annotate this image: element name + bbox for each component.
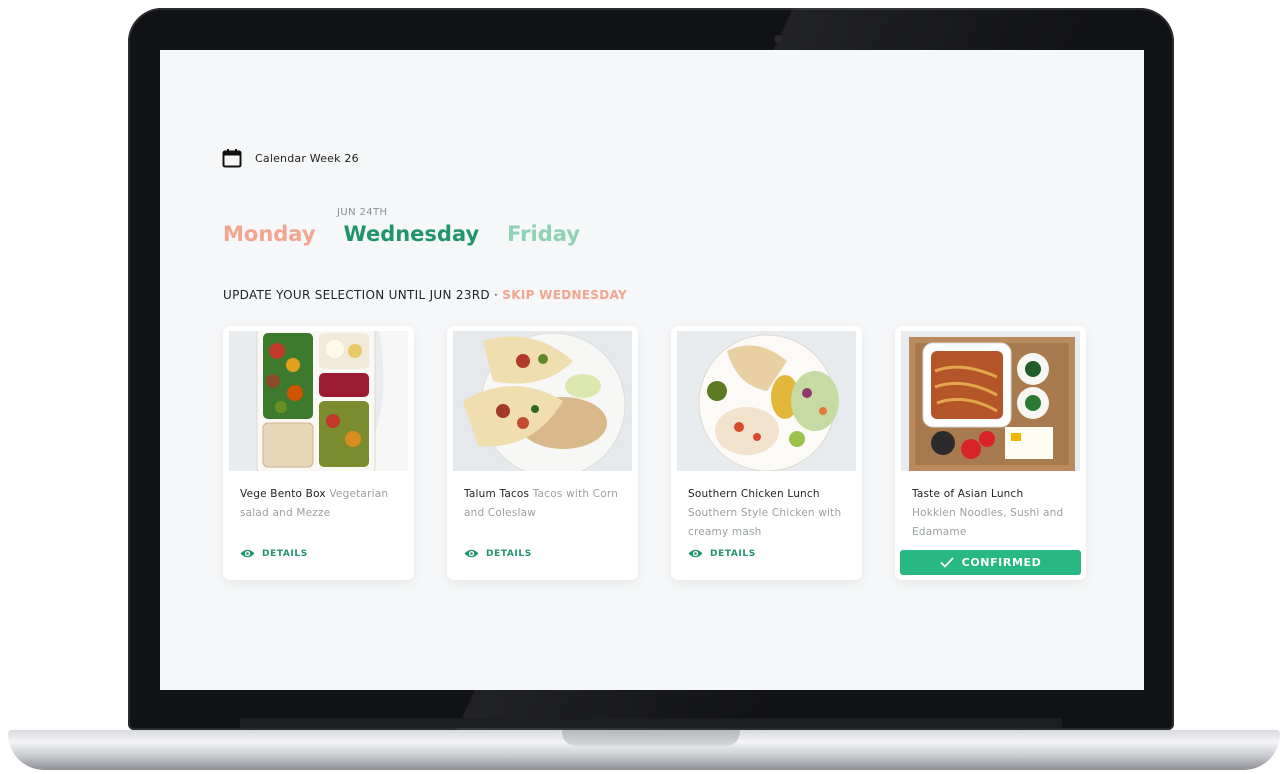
selection-deadline: UPDATE YOUR SELECTION UNTIL JUN 23RD · S… [223, 288, 627, 302]
tab-friday[interactable]: Friday [507, 222, 580, 246]
app-screen: Calendar Week 26 JUN 24TH Monday Wednesd… [160, 50, 1144, 690]
meal-description: Southern Style Chicken with creamy mash [688, 507, 842, 538]
meal-card[interactable]: Taste of Asian Lunch Hokkien Noodles, Su… [895, 326, 1086, 580]
meal-text: Talum Tacos Tacos with Corn and Coleslaw [464, 485, 622, 523]
meal-image [901, 331, 1080, 471]
meal-image [453, 331, 632, 471]
details-button[interactable]: DETAILS [464, 548, 532, 559]
meal-image [229, 331, 408, 471]
meal-text: Southern Chicken Lunch Southern Style Ch… [688, 485, 846, 542]
laptop-hinge [240, 718, 1062, 728]
calendar-week: Calendar Week 26 [222, 148, 359, 168]
details-label: DETAILS [710, 548, 756, 559]
eye-icon [688, 549, 703, 558]
details-button[interactable]: DETAILS [240, 548, 308, 559]
details-button[interactable]: DETAILS [688, 548, 756, 559]
tab-monday[interactable]: Monday [223, 222, 316, 246]
laptop-notch [562, 730, 740, 746]
meal-cards: Vege Bento Box Vegetarian salad and Mezz… [223, 326, 1103, 586]
details-label: DETAILS [486, 548, 532, 559]
calendar-icon [222, 149, 242, 168]
meal-text: Vege Bento Box Vegetarian salad and Mezz… [240, 485, 398, 523]
selected-day-date: JUN 24TH [337, 207, 388, 218]
confirmed-label: CONFIRMED [961, 556, 1042, 569]
confirmed-badge[interactable]: CONFIRMED [900, 550, 1081, 575]
meal-text: Taste of Asian Lunch Hokkien Noodles, Su… [912, 485, 1070, 542]
meal-card[interactable]: Southern Chicken Lunch Southern Style Ch… [671, 326, 862, 580]
skip-day-link[interactable]: SKIP WEDNESDAY [502, 288, 627, 302]
meal-name: Talum Tacos [464, 488, 530, 500]
meal-name: Taste of Asian Lunch [912, 488, 1024, 500]
details-label: DETAILS [262, 548, 308, 559]
meal-card[interactable]: Talum Tacos Tacos with Corn and Coleslaw… [447, 326, 638, 580]
meal-description: Hokkien Noodles, Sushi and Edamame [912, 507, 1064, 538]
meal-image [677, 331, 856, 471]
meal-name: Vege Bento Box [240, 488, 326, 500]
day-tabs: Monday Wednesday Friday [223, 222, 608, 246]
calendar-week-label: Calendar Week 26 [255, 151, 359, 165]
eye-icon [240, 549, 255, 558]
webcam [774, 35, 782, 43]
meal-name: Southern Chicken Lunch [688, 488, 820, 500]
meal-card[interactable]: Vege Bento Box Vegetarian salad and Mezz… [223, 326, 414, 580]
tab-wednesday[interactable]: Wednesday [344, 222, 480, 246]
check-icon [940, 557, 954, 568]
deadline-text: UPDATE YOUR SELECTION UNTIL JUN 23RD · [223, 288, 503, 302]
eye-icon [464, 549, 479, 558]
